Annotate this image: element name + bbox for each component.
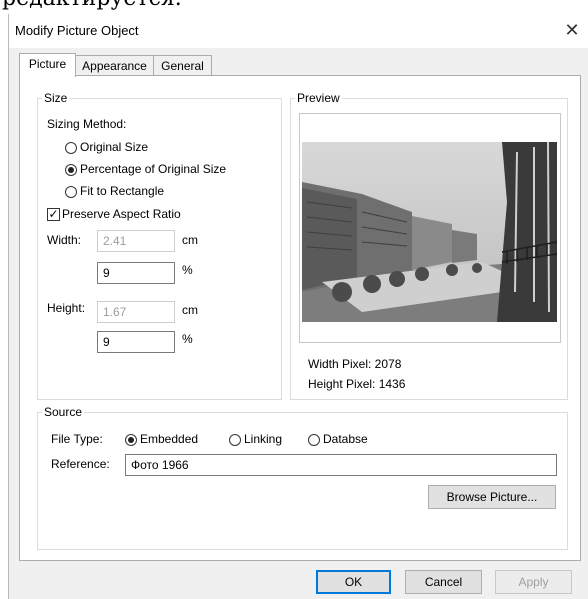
radio-fit-to-rectangle-label: Fit to Rectangle bbox=[80, 184, 165, 198]
title-bar: Modify Picture Object ✕ bbox=[9, 14, 588, 48]
radio-percentage-of-original-size[interactable]: Percentage of Original Size bbox=[65, 162, 245, 178]
file-type-label: File Type: bbox=[51, 432, 103, 446]
height-pixel-text: Height Pixel: 1436 bbox=[308, 377, 406, 391]
radio-percentage-label: Percentage of Original Size bbox=[80, 162, 227, 176]
radio-linking-label: Linking bbox=[244, 432, 283, 446]
radio-fit-to-rectangle[interactable]: Fit to Rectangle bbox=[65, 184, 205, 200]
radio-embedded-label: Embedded bbox=[140, 432, 199, 446]
radio-databse-label: Databse bbox=[323, 432, 368, 446]
height-unit-cm: cm bbox=[182, 303, 198, 317]
radio-original-size-label: Original Size bbox=[80, 140, 149, 154]
checkmark-icon: ✓ bbox=[47, 207, 60, 221]
radio-embedded[interactable]: Embedded bbox=[125, 432, 220, 448]
radio-databse[interactable]: Databse bbox=[308, 432, 388, 448]
reference-label: Reference: bbox=[51, 457, 110, 471]
sizing-method-label: Sizing Method: bbox=[47, 117, 127, 131]
radio-circle-selected bbox=[65, 164, 77, 176]
preserve-aspect-ratio-checkbox[interactable]: ✓ Preserve Aspect Ratio bbox=[47, 207, 217, 223]
tab-picture[interactable]: Picture bbox=[19, 53, 76, 77]
height-unit-percent: % bbox=[182, 332, 193, 346]
source-group-label: Source bbox=[42, 405, 85, 419]
reference-input[interactable]: Фото 1966 bbox=[125, 454, 557, 476]
height-label: Height: bbox=[47, 301, 86, 315]
radio-original-size[interactable]: Original Size bbox=[65, 140, 205, 156]
preview-group-label: Preview bbox=[295, 91, 342, 105]
size-group-label: Size bbox=[42, 91, 70, 105]
close-icon[interactable]: ✕ bbox=[561, 19, 583, 41]
radio-linking[interactable]: Linking bbox=[229, 432, 299, 448]
height-percent-field[interactable]: 9 bbox=[97, 331, 175, 353]
dialog-title: Modify Picture Object bbox=[15, 23, 139, 38]
modify-picture-dialog: Modify Picture Object ✕ Picture Appearan… bbox=[8, 14, 588, 599]
width-unit-cm: cm bbox=[182, 233, 198, 247]
radio-circle-selected bbox=[125, 434, 137, 446]
city-street-photo-image bbox=[302, 142, 557, 322]
tab-general[interactable]: General bbox=[153, 55, 212, 76]
preserve-aspect-ratio-label: Preserve Aspect Ratio bbox=[62, 207, 181, 221]
radio-circle bbox=[229, 434, 241, 446]
width-unit-percent: % bbox=[182, 263, 193, 277]
background-document-strip: редактируется. bbox=[0, 0, 588, 14]
radio-circle bbox=[308, 434, 320, 446]
width-cm-field[interactable]: 2.41 bbox=[97, 230, 175, 252]
apply-button[interactable]: Apply bbox=[495, 570, 572, 594]
cancel-button[interactable]: Cancel bbox=[405, 570, 482, 594]
tab-appearance[interactable]: Appearance bbox=[74, 55, 155, 76]
width-percent-field[interactable]: 9 bbox=[97, 262, 175, 284]
width-label: Width: bbox=[47, 233, 82, 247]
width-pixel-text: Width Pixel: 2078 bbox=[308, 357, 402, 371]
tab-panel-picture: Size Sizing Method: Original Size Percen… bbox=[19, 75, 581, 561]
height-cm-field[interactable]: 1.67 bbox=[97, 301, 175, 323]
ok-button[interactable]: OK bbox=[316, 570, 391, 594]
background-document-text: редактируется. bbox=[2, 0, 182, 11]
radio-circle bbox=[65, 142, 77, 154]
source-group bbox=[37, 412, 568, 550]
preview-photo bbox=[302, 142, 557, 322]
radio-circle bbox=[65, 186, 77, 198]
preview-frame bbox=[299, 113, 561, 343]
browse-picture-button[interactable]: Browse Picture... bbox=[428, 485, 556, 509]
